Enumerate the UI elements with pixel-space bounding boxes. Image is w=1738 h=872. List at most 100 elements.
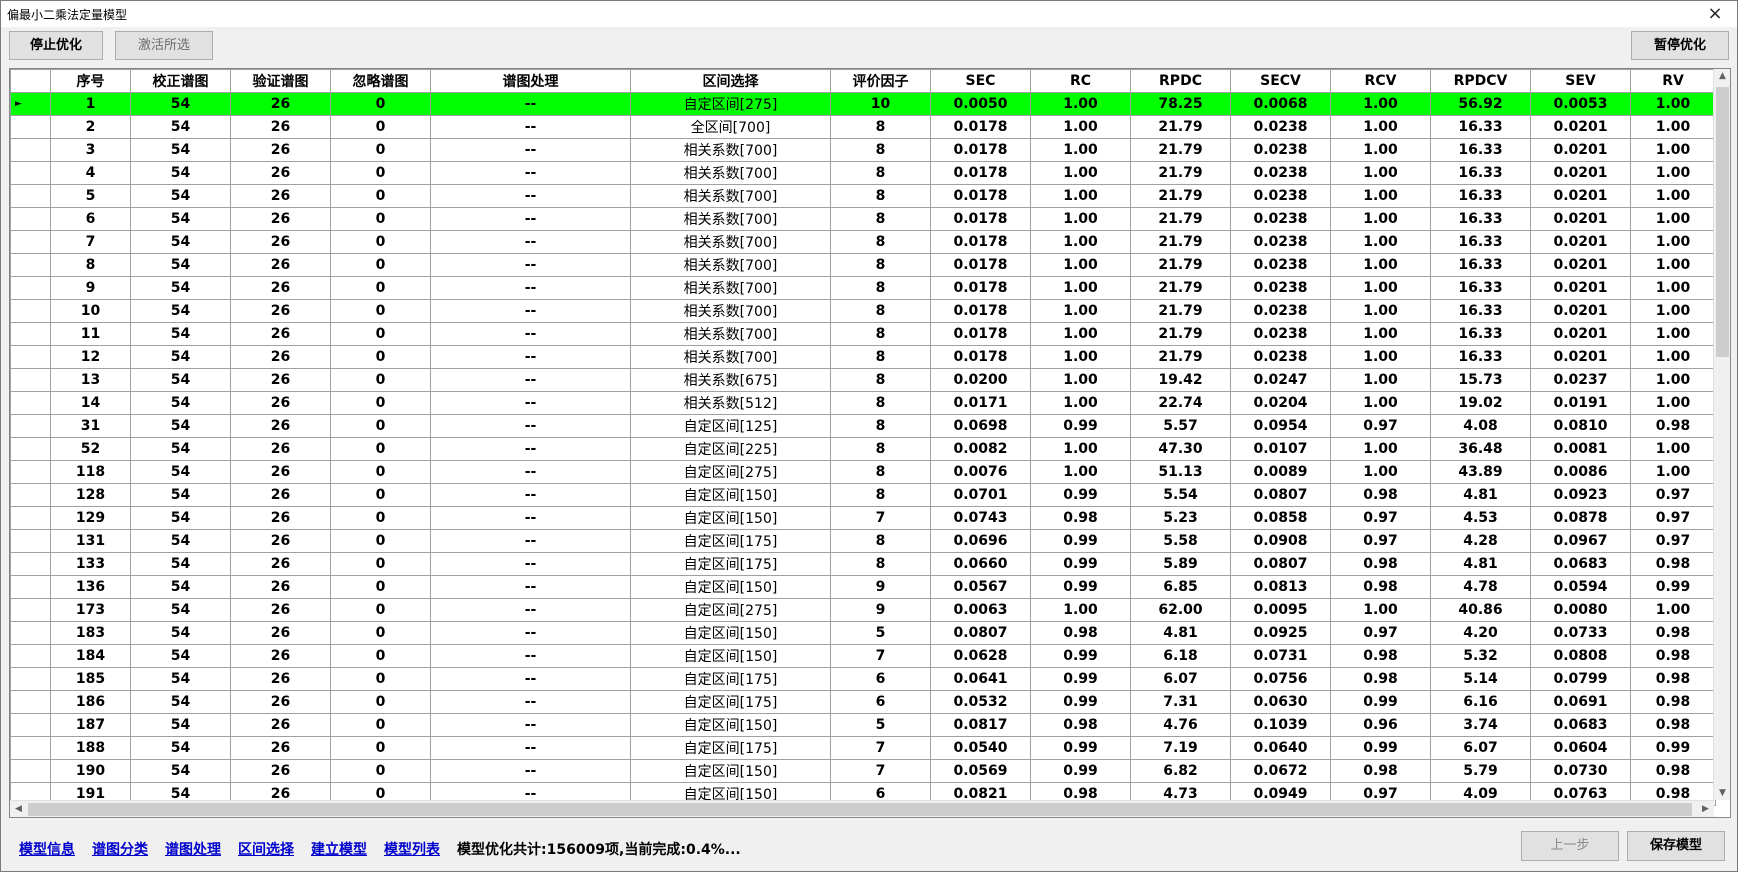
- row-header[interactable]: [10, 483, 51, 507]
- row-header[interactable]: [10, 575, 51, 599]
- column-header[interactable]: RPDC: [1130, 69, 1231, 93]
- row-header[interactable]: [10, 253, 51, 277]
- table-row[interactable]: 12 54 26 0 -- 相关系数[700] 8 0.0178 1.00 21.79 0.0238…: [10, 345, 1716, 369]
- pause-optimization-button[interactable]: 暂停优化: [1631, 31, 1729, 60]
- table-row[interactable]: 9 54 26 0 -- 相关系数[700] 8 0.0178 1.00 21.79 0.0238 1…: [10, 276, 1716, 300]
- table-row[interactable]: 118 54 26 0 -- 自定区间[275] 8 0.0076 1.00 51.13 0.008…: [10, 460, 1716, 484]
- table-cell: 21.79: [1130, 299, 1231, 323]
- table-row[interactable]: 190 54 26 0 -- 自定区间[150] 7 0.0569 0.99 6.82 0.0672…: [10, 759, 1716, 783]
- link-model-list[interactable]: 模型列表: [384, 839, 440, 859]
- link-spectra-classify[interactable]: 谱图分类: [92, 839, 148, 859]
- table-row[interactable]: ► 1 54 26 0 -- 自定区间[275] 10 0.0050 1.00 78.25 0.006…: [10, 92, 1716, 116]
- table-row[interactable]: 8 54 26 0 -- 相关系数[700] 8 0.0178 1.00 21.79 0.0238 1…: [10, 253, 1716, 277]
- scroll-left-icon[interactable]: ◀: [10, 804, 27, 814]
- table-row[interactable]: 128 54 26 0 -- 自定区间[150] 8 0.0701 0.99 5.54 0.0807…: [10, 483, 1716, 507]
- table-cell: 8: [830, 230, 931, 254]
- current-row-arrow-icon[interactable]: ►: [10, 92, 51, 116]
- table-row[interactable]: 13 54 26 0 -- 相关系数[675] 8 0.0200 1.00 19.42 0.0247…: [10, 368, 1716, 392]
- column-header[interactable]: 忽略谱图: [330, 69, 431, 93]
- row-header[interactable]: [10, 690, 51, 714]
- table-row[interactable]: 10 54 26 0 -- 相关系数[700] 8 0.0178 1.00 21.79 0.0238…: [10, 299, 1716, 323]
- row-header[interactable]: [10, 368, 51, 392]
- column-header[interactable]: 谱图处理: [430, 69, 631, 93]
- link-model-info[interactable]: 模型信息: [19, 839, 75, 859]
- close-icon[interactable]: ×: [1697, 1, 1733, 27]
- table-row[interactable]: 52 54 26 0 -- 自定区间[225] 8 0.0082 1.00 47.30 0.0107…: [10, 437, 1716, 461]
- table-row[interactable]: 185 54 26 0 -- 自定区间[175] 6 0.0641 0.99 6.07 0.0756…: [10, 667, 1716, 691]
- table-cell: 0.0171: [930, 391, 1031, 415]
- row-header[interactable]: [10, 713, 51, 737]
- save-model-button[interactable]: 保存模型: [1627, 831, 1725, 861]
- row-header[interactable]: [10, 598, 51, 622]
- horizontal-scroll-thumb[interactable]: [28, 803, 1692, 816]
- table-row[interactable]: 188 54 26 0 -- 自定区间[175] 7 0.0540 0.99 7.19 0.0640…: [10, 736, 1716, 760]
- table-row[interactable]: 3 54 26 0 -- 相关系数[700] 8 0.0178 1.00 21.79 0.0238 1…: [10, 138, 1716, 162]
- row-header[interactable]: [10, 391, 51, 415]
- horizontal-scrollbar[interactable]: ◀ ▶: [10, 800, 1714, 817]
- scroll-up-icon[interactable]: ▲: [1714, 71, 1730, 81]
- column-header[interactable]: RV: [1630, 69, 1716, 93]
- row-header[interactable]: [10, 529, 51, 553]
- vertical-scroll-thumb[interactable]: [1716, 87, 1729, 357]
- table-row[interactable]: 2 54 26 0 -- 全区间[700] 8 0.0178 1.00 21.79 0.0238 1.…: [10, 115, 1716, 139]
- row-header[interactable]: [10, 276, 51, 300]
- previous-step-button[interactable]: 上一步: [1521, 831, 1619, 861]
- table-row[interactable]: 31 54 26 0 -- 自定区间[125] 8 0.0698 0.99 5.57 0.0954 0…: [10, 414, 1716, 438]
- link-spectra-process[interactable]: 谱图处理: [165, 839, 221, 859]
- column-header[interactable]: RCV: [1330, 69, 1431, 93]
- row-header[interactable]: [10, 161, 51, 185]
- row-header[interactable]: [10, 667, 51, 691]
- scroll-right-icon[interactable]: ▶: [1697, 804, 1714, 814]
- table-row[interactable]: 7 54 26 0 -- 相关系数[700] 8 0.0178 1.00 21.79 0.0238 1…: [10, 230, 1716, 254]
- table-row[interactable]: 133 54 26 0 -- 自定区间[175] 8 0.0660 0.99 5.89 0.0807…: [10, 552, 1716, 576]
- row-header[interactable]: [10, 207, 51, 231]
- link-interval-select[interactable]: 区间选择: [238, 839, 294, 859]
- row-header[interactable]: [10, 115, 51, 139]
- row-header[interactable]: [10, 184, 51, 208]
- stop-optimization-button[interactable]: 停止优化: [9, 31, 103, 60]
- row-header[interactable]: [10, 736, 51, 760]
- column-header[interactable]: 校正谱图: [130, 69, 231, 93]
- table-row[interactable]: 131 54 26 0 -- 自定区间[175] 8 0.0696 0.99 5.58 0.0908…: [10, 529, 1716, 553]
- table-cell: 1.00: [1030, 345, 1131, 369]
- column-header[interactable]: 验证谱图: [230, 69, 331, 93]
- table-row[interactable]: 183 54 26 0 -- 自定区间[150] 5 0.0807 0.98 4.81 0.0925…: [10, 621, 1716, 645]
- row-header[interactable]: [10, 345, 51, 369]
- row-header[interactable]: [10, 621, 51, 645]
- row-header[interactable]: [10, 644, 51, 668]
- column-header[interactable]: 区间选择: [630, 69, 831, 93]
- vertical-scrollbar[interactable]: ▲ ▼: [1713, 69, 1730, 800]
- row-header[interactable]: [10, 230, 51, 254]
- table-row[interactable]: 184 54 26 0 -- 自定区间[150] 7 0.0628 0.99 6.18 0.0731…: [10, 644, 1716, 668]
- activate-selected-button[interactable]: 激活所选: [115, 31, 213, 60]
- table-row[interactable]: 129 54 26 0 -- 自定区间[150] 7 0.0743 0.98 5.23 0.0858…: [10, 506, 1716, 530]
- scroll-down-icon[interactable]: ▼: [1714, 788, 1730, 798]
- row-header[interactable]: [10, 460, 51, 484]
- column-header[interactable]: 评价因子: [830, 69, 931, 93]
- column-header[interactable]: 序号: [50, 69, 131, 93]
- row-header[interactable]: [10, 299, 51, 323]
- row-header[interactable]: [10, 759, 51, 783]
- table-row[interactable]: 11 54 26 0 -- 相关系数[700] 8 0.0178 1.00 21.79 0.0238…: [10, 322, 1716, 346]
- table-row[interactable]: 5 54 26 0 -- 相关系数[700] 8 0.0178 1.00 21.79 0.0238 1…: [10, 184, 1716, 208]
- column-header[interactable]: SEC: [930, 69, 1031, 93]
- results-grid[interactable]: 序号 校正谱图 验证谱图 忽略谱图 谱图处理 区间选择 评价因子 SEC RC RPDC SECV R…: [9, 68, 1731, 818]
- table-row[interactable]: 136 54 26 0 -- 自定区间[150] 9 0.0567 0.99 6.85 0.0813…: [10, 575, 1716, 599]
- row-header[interactable]: [10, 138, 51, 162]
- table-row[interactable]: 14 54 26 0 -- 相关系数[512] 8 0.0171 1.00 22.74 0.0204…: [10, 391, 1716, 415]
- row-header[interactable]: [10, 322, 51, 346]
- row-header[interactable]: [10, 437, 51, 461]
- column-header[interactable]: SECV: [1230, 69, 1331, 93]
- row-header[interactable]: [10, 552, 51, 576]
- column-header[interactable]: RPDCV: [1430, 69, 1531, 93]
- column-header[interactable]: RC: [1030, 69, 1131, 93]
- table-row[interactable]: 6 54 26 0 -- 相关系数[700] 8 0.0178 1.00 21.79 0.0238 1…: [10, 207, 1716, 231]
- row-header[interactable]: [10, 414, 51, 438]
- table-row[interactable]: 187 54 26 0 -- 自定区间[150] 5 0.0817 0.98 4.76 0.1039…: [10, 713, 1716, 737]
- row-header[interactable]: [10, 506, 51, 530]
- table-row[interactable]: 4 54 26 0 -- 相关系数[700] 8 0.0178 1.00 21.79 0.0238 1…: [10, 161, 1716, 185]
- link-build-model[interactable]: 建立模型: [311, 839, 367, 859]
- column-header[interactable]: SEV: [1530, 69, 1631, 93]
- table-row[interactable]: 186 54 26 0 -- 自定区间[175] 6 0.0532 0.99 7.31 0.0630…: [10, 690, 1716, 714]
- table-row[interactable]: 173 54 26 0 -- 自定区间[275] 9 0.0063 1.00 62.00 0.009…: [10, 598, 1716, 622]
